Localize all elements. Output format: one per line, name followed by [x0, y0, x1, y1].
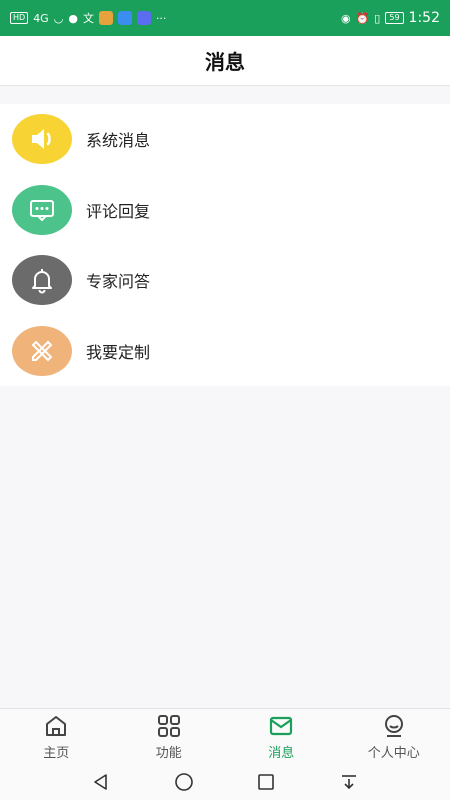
bottom-tab-bar: 主页 功能 消息 个人中心 [0, 708, 450, 764]
alarm-icon: ⏰ [355, 11, 370, 25]
user-icon [384, 714, 403, 737]
tab-label: 主页 [43, 745, 70, 761]
wifi-icon: ◡ [53, 11, 64, 25]
list-item-label: 我要定制 [86, 342, 151, 362]
chat-bubble-icon [12, 184, 72, 235]
tab-functions[interactable]: 功能 [113, 709, 226, 764]
system-nav-bar [0, 764, 450, 800]
network-badge: HD [10, 12, 29, 24]
home-button[interactable] [170, 768, 198, 796]
tab-home[interactable]: 主页 [0, 709, 113, 764]
page-title: 消息 [205, 50, 245, 74]
app-notification-icon [117, 11, 132, 25]
app-notification-icon [136, 11, 151, 25]
list-item-expert-qa[interactable]: 专家问答 [0, 245, 450, 316]
status-left: HD 4G ◡ ● 文 ··· [10, 11, 166, 25]
list-item-custom-order[interactable]: 我要定制 [0, 316, 450, 387]
list-item-comment-replies[interactable]: 评论回复 [0, 175, 450, 246]
notification-shade-icon [341, 775, 356, 790]
tab-label: 个人中心 [367, 745, 420, 761]
page-header: 消息 [0, 36, 450, 86]
tab-messages[interactable]: 消息 [225, 709, 338, 764]
notification-shade-button[interactable] [335, 768, 363, 796]
tab-label: 消息 [268, 745, 295, 761]
message-icon: ● [68, 11, 78, 25]
clock: 1:52 [408, 10, 440, 26]
mail-icon [270, 716, 293, 735]
recents-button[interactable] [252, 768, 280, 796]
home-circle-icon [174, 773, 193, 791]
tab-label: 功能 [155, 745, 182, 761]
grid-icon [157, 714, 180, 737]
list-item-system-messages[interactable]: 系统消息 [0, 104, 450, 175]
status-bar: HD 4G ◡ ● 文 ··· ◉ ⏰ ▯ 59 1:52 [0, 0, 450, 36]
back-icon [94, 774, 108, 790]
list-item-label: 系统消息 [86, 131, 151, 151]
tab-profile[interactable]: 个人中心 [338, 709, 450, 764]
list-item-label: 评论回复 [86, 201, 151, 221]
back-button[interactable] [87, 768, 115, 796]
app-notification-icon [98, 11, 113, 25]
more-notifications-icon: ··· [155, 11, 167, 25]
status-right: ◉ ⏰ ▯ 59 1:52 [341, 10, 440, 26]
signal-icon: 4G [33, 11, 49, 25]
message-category-list: 系统消息 评论回复 专家问答 我要定制 [0, 104, 450, 386]
home-icon [46, 715, 67, 736]
battery-icon: 59 [385, 12, 404, 24]
pencil-ruler-icon [12, 325, 72, 376]
eye-icon: ◉ [340, 11, 351, 25]
list-item-label: 专家问答 [86, 272, 151, 292]
recents-icon [258, 774, 275, 790]
speaker-icon [12, 114, 72, 165]
bell-icon [12, 255, 72, 306]
translate-icon: 文 [82, 11, 94, 25]
vibrate-icon: ▯ [374, 11, 381, 25]
